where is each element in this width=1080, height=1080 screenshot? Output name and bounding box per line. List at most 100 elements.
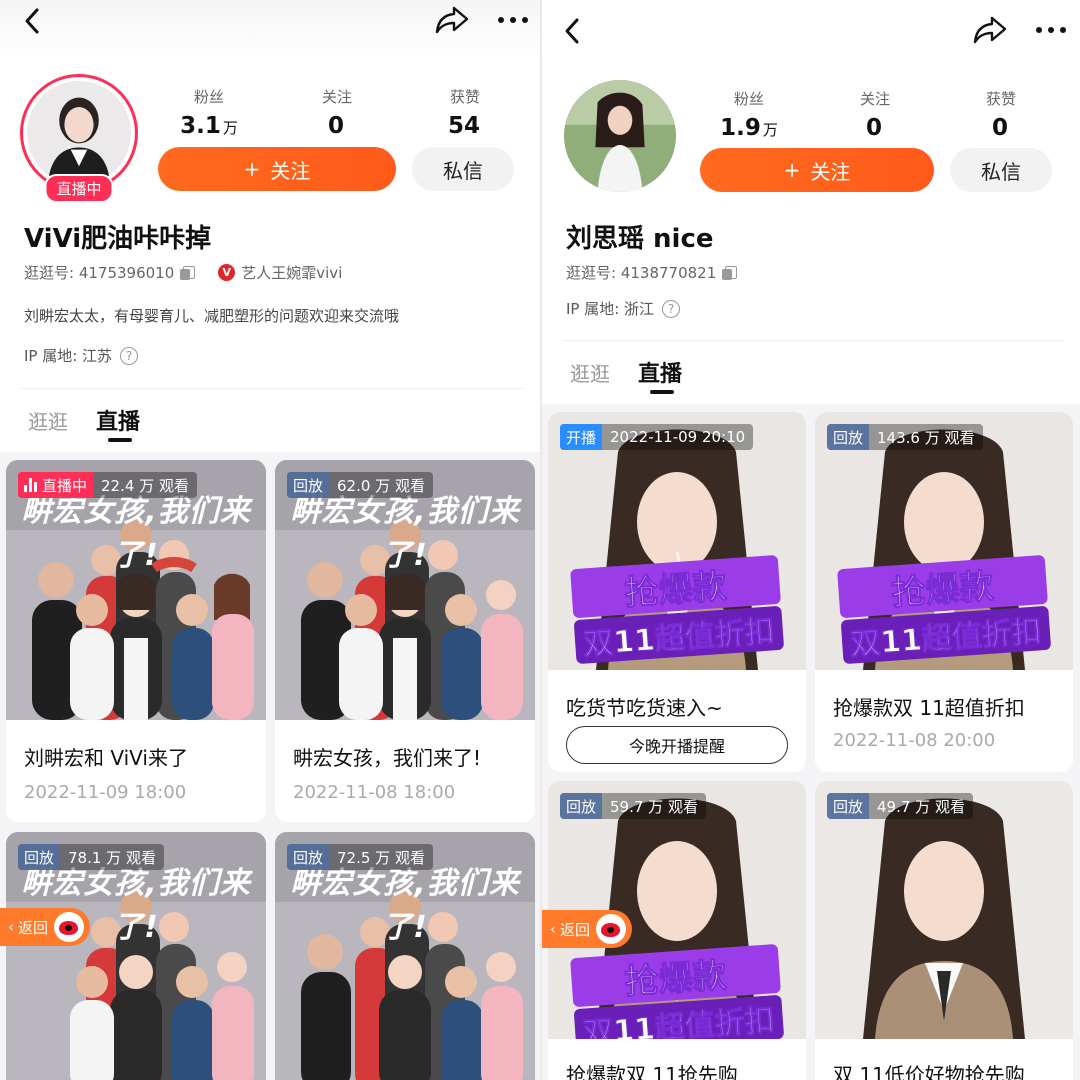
live-status-tag: 直播中 (44, 174, 114, 203)
follow-button[interactable]: + 关注 (158, 147, 396, 191)
remind-button[interactable]: 今晚开播提醒 (566, 726, 788, 764)
avatar-image (564, 80, 676, 192)
ip-location: IP 属地: 浙江 ? (566, 298, 681, 319)
ip-location: IP 属地: 江苏 ? (24, 345, 139, 366)
replay-card[interactable]: 畊宏女孩,我们来了! 回放 62.0 万 观看 畊宏女孩，我们来了! 2022-… (275, 460, 535, 822)
ip-text: IP 属地: 浙江 (566, 300, 655, 318)
avatar[interactable]: 直播中 (20, 74, 138, 203)
tab-guangguang[interactable]: 逛逛 (28, 406, 68, 435)
live-thumbnail: 抢爆款 双11超值折扣 (548, 412, 806, 670)
message-button[interactable]: 私信 (412, 147, 514, 191)
help-icon[interactable]: ? (120, 346, 139, 365)
replay-badge: 回放 (18, 844, 61, 870)
verified-text: 艺人王婉霏vivi (241, 264, 343, 282)
back-arrow-icon[interactable] (558, 16, 588, 46)
stat-following[interactable]: 关注 0 (292, 86, 382, 139)
follow-button[interactable]: + 关注 (700, 148, 934, 192)
view-count: 49.7 万 观看 (877, 797, 965, 816)
replay-badge: 回放 (287, 844, 330, 870)
divider (20, 388, 524, 389)
avatar[interactable] (564, 80, 676, 192)
profile-panel-right: 粉丝 1.9 万 关注 0 获赞 0 + 关注 私信 刘思瑶 nice 逛逛号: 4… (542, 0, 1080, 1080)
replay-badge: 回放 (287, 472, 330, 498)
weibo-icon (596, 914, 627, 944)
return-float-button[interactable]: ‹ 返回 (0, 908, 91, 946)
share-icon[interactable] (434, 4, 470, 36)
top-bar (0, 0, 540, 56)
avatar-image (27, 81, 131, 185)
account-id: 逛逛号: 4175396010 (24, 264, 175, 282)
stat-value: 1.9 万 (720, 115, 778, 141)
replay-card[interactable]: 抢爆款 双11超值折扣 回放 143.6 万 观看 抢爆款双 11超值折扣 20… (815, 412, 1073, 772)
stat-likes[interactable]: 获赞 54 (420, 86, 510, 139)
stat-fans[interactable]: 粉丝 1.9 万 (704, 88, 794, 141)
more-icon[interactable] (1034, 16, 1068, 44)
thumbnail-promo-text: 抢爆款 双11超值折扣 (837, 554, 1051, 665)
replay-thumbnail: 抢爆款 双11超值折扣 (815, 412, 1073, 670)
view-count: 78.1 万 观看 (68, 848, 156, 867)
view-count-badge: 回放 143.6 万 观看 (827, 424, 983, 450)
card-title: 抢爆款双 11抢先购 (566, 1063, 738, 1080)
top-bar (542, 0, 1080, 56)
account-id: 逛逛号: 4138770821 (566, 264, 717, 282)
view-count: 143.6 万 观看 (877, 428, 975, 447)
replay-badge: 回放 (827, 793, 870, 819)
view-count: 59.7 万 观看 (610, 797, 698, 816)
bio: 刘畊宏太太，有母婴育儿、减肥塑形的问题欢迎来交流哦 (24, 307, 400, 325)
chevron-left-icon: ‹ (8, 918, 14, 936)
schedule-badge: 开播 2022-11-09 20:10 (560, 424, 754, 450)
replay-thumbnail (815, 781, 1073, 1039)
ip-text: IP 属地: 江苏 (24, 347, 113, 365)
view-count-badge: 直播中 22.4 万 观看 (18, 472, 197, 498)
replay-card[interactable]: 畊宏女孩,我们来了! 回放 72.5 万 观看 (275, 832, 535, 1080)
stat-label: 获赞 (449, 88, 480, 106)
view-count-badge: 回放 62.0 万 观看 (287, 472, 433, 498)
chevron-left-icon: ‹ (550, 920, 556, 938)
start-time: 2022-11-09 20:10 (610, 428, 746, 446)
view-count-badge: 回放 59.7 万 观看 (560, 793, 706, 819)
more-icon[interactable] (496, 6, 530, 34)
stat-label: 获赞 (985, 90, 1016, 108)
stat-label: 关注 (321, 88, 352, 106)
return-label: 返回 (560, 920, 591, 939)
live-card[interactable]: 畊宏女孩,我们来了! 直播中 22.4 万 观看 刘畊宏和 ViVi来了 202… (6, 460, 266, 822)
profile-name: 刘思瑶 nice (566, 224, 714, 254)
tab-guangguang[interactable]: 逛逛 (570, 358, 610, 387)
replay-card[interactable]: 回放 49.7 万 观看 双 11低价好物抢先购 (815, 781, 1073, 1080)
live-thumbnail: 畊宏女孩,我们来了! (6, 460, 266, 720)
tab-live[interactable]: 直播 (96, 404, 140, 436)
stat-label: 粉丝 (733, 90, 764, 108)
share-icon[interactable] (972, 14, 1008, 46)
replay-card[interactable]: 畊宏女孩,我们来了! 回放 78.1 万 观看 (6, 832, 266, 1080)
tab-live[interactable]: 直播 (638, 356, 682, 388)
copy-icon[interactable] (722, 265, 738, 280)
thumbnail-caption: 畊宏女孩,我们来了! (290, 866, 520, 945)
card-time: 2022-11-09 18:00 (24, 782, 187, 803)
tab-active-indicator (108, 438, 132, 442)
stat-likes[interactable]: 获赞 0 (956, 88, 1046, 141)
replay-badge: 回放 (560, 793, 603, 819)
divider (562, 340, 1064, 341)
stat-fans[interactable]: 粉丝 3.1 万 (164, 86, 254, 139)
card-title: 双 11低价好物抢先购 (833, 1063, 1025, 1080)
stat-value: 0 (991, 115, 1008, 141)
back-arrow-icon[interactable] (18, 6, 48, 36)
message-button[interactable]: 私信 (950, 148, 1052, 192)
card-time: 2022-11-08 18:00 (293, 782, 456, 803)
open-badge: 开播 (560, 424, 603, 450)
view-count-badge: 回放 78.1 万 观看 (18, 844, 164, 870)
stat-value: 0 (865, 115, 882, 141)
upcoming-live-card[interactable]: 抢爆款 双11超值折扣 开播 2022-11-09 20:10 吃货节吃货速入~… (548, 412, 806, 772)
card-title: 吃货节吃货速入~ (566, 696, 723, 720)
return-float-button[interactable]: ‹ 返回 (542, 910, 633, 948)
plus-icon: + (243, 157, 261, 181)
tab-active-indicator (650, 390, 674, 394)
stat-label: 关注 (859, 90, 890, 108)
help-icon[interactable]: ? (662, 299, 681, 318)
view-count: 22.4 万 观看 (101, 476, 189, 495)
copy-icon[interactable] (180, 265, 196, 280)
verified-icon: V (218, 264, 236, 281)
stat-following[interactable]: 关注 0 (830, 88, 920, 141)
card-title: 抢爆款双 11超值折扣 (833, 696, 1025, 720)
stat-value: 54 (447, 113, 480, 139)
